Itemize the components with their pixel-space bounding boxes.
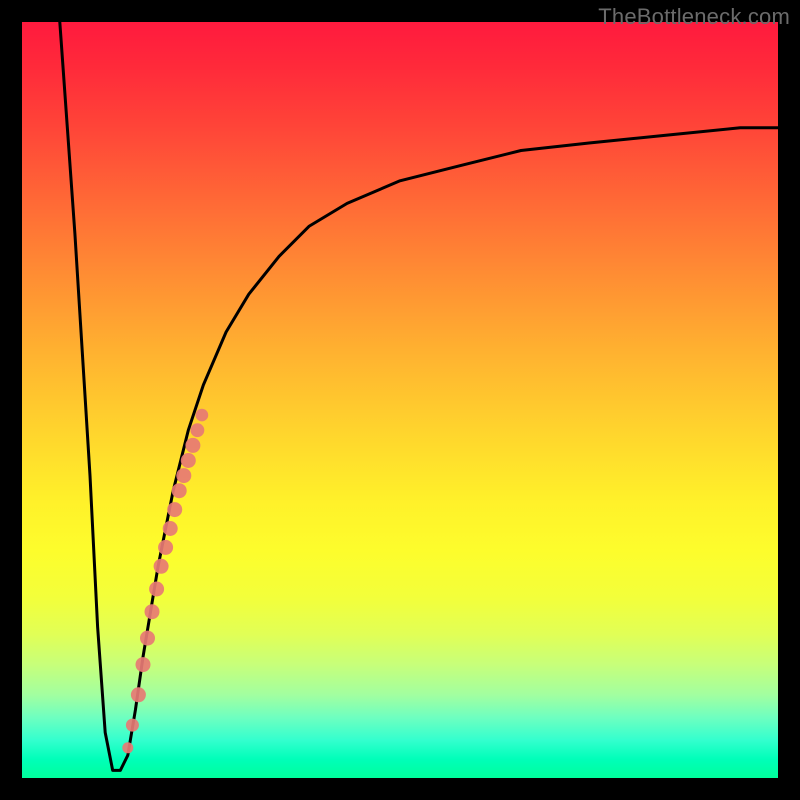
bottleneck-curve: [60, 22, 778, 770]
outer-frame: TheBottleneck.com: [0, 0, 800, 800]
chart-svg: [22, 22, 778, 778]
watermark-text: TheBottleneck.com: [598, 4, 790, 30]
plot-area: [22, 22, 778, 778]
